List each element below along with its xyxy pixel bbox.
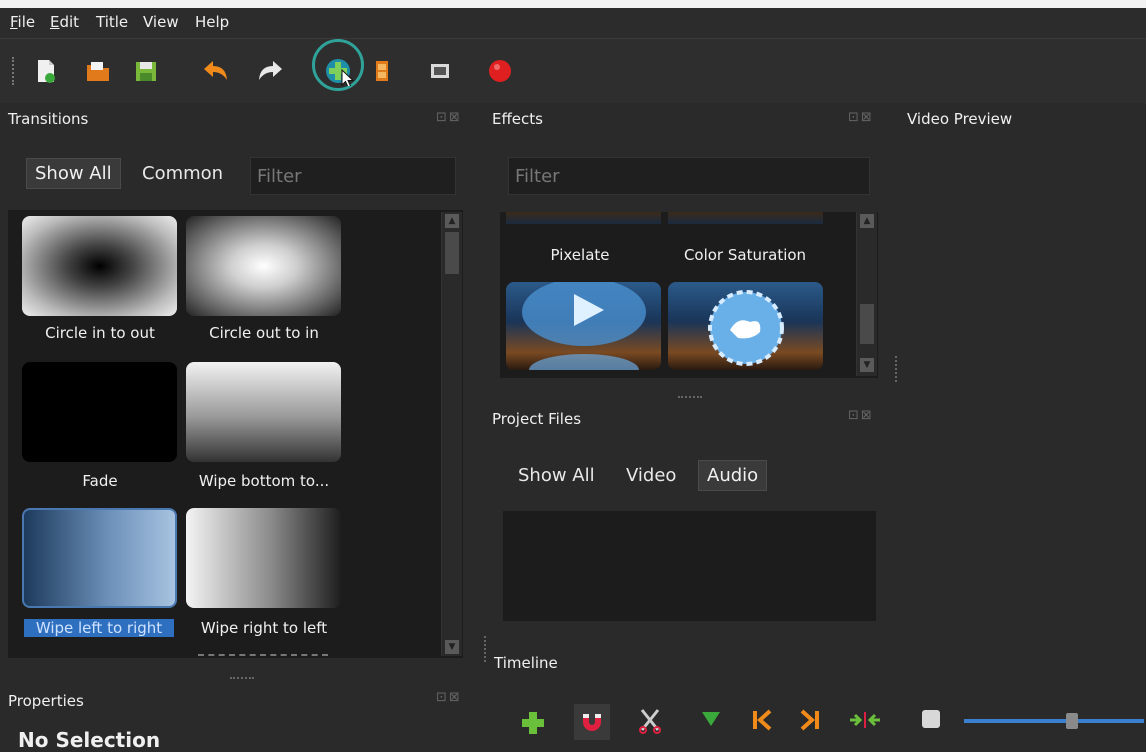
transitions-panel-title: Transitions	[8, 110, 89, 128]
project-files-tab-audio[interactable]: Audio	[698, 460, 768, 491]
window-top-edge	[0, 0, 1146, 8]
transition-thumb-wipe-left-to-right[interactable]	[22, 508, 177, 608]
scissors-icon	[639, 709, 661, 734]
transitions-tab-common[interactable]: Common	[142, 163, 223, 184]
project-files-tab-show-all[interactable]: Show All	[518, 465, 595, 486]
main-toolbar	[0, 38, 1146, 103]
transitions-tab-show-all[interactable]: Show All	[26, 158, 121, 189]
no-selection-label: No Selection	[18, 728, 161, 752]
project-files-list[interactable]	[503, 511, 876, 621]
transition-label: Fade	[82, 472, 118, 490]
scroll-handle[interactable]	[860, 304, 874, 344]
effect-thumb-bubble[interactable]	[668, 282, 823, 370]
next-marker-icon	[800, 709, 819, 731]
save-icon	[136, 62, 156, 81]
properties-panel-title: Properties	[8, 692, 84, 710]
marker-icon	[702, 712, 720, 726]
fullscreen-button[interactable]	[424, 55, 456, 87]
effects-filter-input[interactable]: Filter	[508, 157, 870, 195]
folder-open-icon	[87, 62, 109, 81]
save-project-button[interactable]	[130, 55, 162, 87]
menu-bar: File Edit Title View Help	[0, 8, 1146, 38]
transition-label: Circle in to out	[45, 324, 155, 342]
transition-thumb-wipe-bottom-to-top[interactable]	[186, 362, 341, 462]
new-file-icon	[38, 60, 55, 83]
project-files-tab-video[interactable]: Video	[626, 465, 676, 486]
effect-label: Pixelate	[550, 246, 610, 264]
transitions-dock-buttons[interactable]: ⊡⊠	[436, 110, 462, 125]
film-frame-icon	[431, 64, 449, 78]
transition-thumb-wipe-right-to-left[interactable]	[186, 508, 341, 608]
redo-icon	[259, 61, 282, 80]
open-project-button[interactable]	[82, 55, 114, 87]
center-timeline-button[interactable]	[848, 710, 882, 734]
play-icon	[522, 282, 646, 370]
splitter-handle[interactable]	[895, 356, 897, 382]
scroll-handle[interactable]	[445, 232, 459, 274]
menu-help[interactable]: Help	[195, 13, 229, 31]
add-track-button[interactable]	[520, 710, 546, 740]
profile-button[interactable]	[366, 55, 398, 87]
new-project-button[interactable]	[30, 55, 62, 87]
transitions-scrollbar[interactable]: ▲ ▼	[441, 212, 462, 656]
transition-label: Wipe bottom to...	[198, 472, 330, 490]
timeline-panel-title: Timeline	[494, 654, 558, 672]
redo-button[interactable]	[254, 55, 286, 87]
zoom-slider-track[interactable]	[964, 719, 1144, 723]
splitter-handle[interactable]	[484, 636, 486, 662]
menu-file[interactable]: File	[10, 13, 35, 31]
zoom-icon	[922, 710, 940, 728]
film-strip-icon	[376, 61, 388, 81]
transition-label-selected: Wipe left to right	[24, 619, 174, 637]
splitter-handle[interactable]	[678, 396, 702, 398]
scroll-down-icon[interactable]: ▼	[860, 358, 874, 372]
project-files-panel-title: Project Files	[492, 410, 582, 428]
next-row-hint	[198, 654, 328, 658]
transition-thumb-circle-out-to-in[interactable]	[186, 216, 341, 316]
snap-toggle-button[interactable]	[574, 704, 610, 740]
toolbar-grip[interactable]	[12, 57, 18, 85]
import-files-button[interactable]	[322, 55, 354, 87]
effects-scrollbar[interactable]: ▲ ▼	[856, 212, 877, 376]
scroll-down-icon[interactable]: ▼	[445, 640, 459, 654]
effect-label: Color Saturation	[683, 246, 807, 264]
magnet-icon	[583, 714, 601, 731]
menu-edit[interactable]: Edit	[50, 13, 79, 31]
center-arrows-icon	[850, 712, 880, 728]
splitter-handle[interactable]	[230, 677, 254, 679]
video-preview-panel-title: Video Preview	[907, 110, 1013, 128]
add-marker-button[interactable]	[700, 710, 722, 732]
previous-marker-icon	[753, 709, 772, 731]
plus-icon	[522, 712, 544, 734]
transition-label: Circle out to in	[209, 324, 319, 342]
transitions-filter-input[interactable]: Filter	[250, 157, 456, 195]
zoom-slider-handle[interactable]	[1066, 713, 1078, 729]
undo-button[interactable]	[200, 55, 232, 87]
next-marker-button[interactable]	[800, 708, 822, 736]
record-icon	[489, 60, 511, 82]
transition-label: Wipe right to left	[200, 619, 328, 637]
transition-thumb-circle-in-to-out[interactable]	[22, 216, 177, 316]
effect-thumb-pixelate[interactable]	[506, 212, 661, 224]
scroll-up-icon[interactable]: ▲	[860, 214, 874, 228]
razor-tool-button[interactable]	[638, 708, 662, 738]
project-files-dock-buttons[interactable]: ⊡⊠	[848, 408, 874, 423]
transitions-grid: Circle in to out Circle out to in Fade W…	[8, 210, 463, 658]
transition-thumb-fade[interactable]	[22, 362, 177, 462]
export-button[interactable]	[484, 55, 516, 87]
effect-thumb-video[interactable]	[506, 282, 661, 370]
effects-dock-buttons[interactable]: ⊡⊠	[848, 110, 874, 125]
menu-view[interactable]: View	[143, 13, 179, 31]
effects-grid: Pixelate Color Saturation	[500, 212, 878, 378]
undo-icon	[204, 61, 227, 80]
properties-dock-buttons[interactable]: ⊡⊠	[436, 690, 462, 705]
bubble-icon	[708, 290, 784, 366]
scroll-up-icon[interactable]: ▲	[445, 214, 459, 228]
menu-title[interactable]: Title	[96, 13, 128, 31]
previous-marker-button[interactable]	[750, 708, 772, 736]
timeline-toolbar	[490, 690, 1146, 746]
effects-panel-title: Effects	[492, 110, 543, 128]
effect-thumb-color-saturation[interactable]	[668, 212, 823, 224]
add-files-icon	[326, 59, 354, 86]
